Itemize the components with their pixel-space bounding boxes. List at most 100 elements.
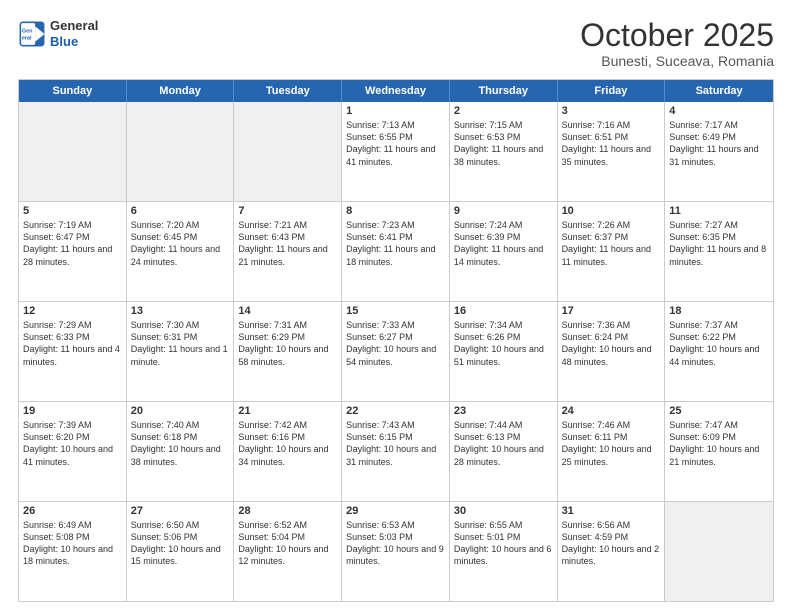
day-number: 19 <box>23 405 122 417</box>
day-number: 9 <box>454 205 553 217</box>
calendar-cell <box>665 502 773 601</box>
cell-content: Sunrise: 7:20 AM Sunset: 6:45 PM Dayligh… <box>131 219 230 268</box>
month-title: October 2025 <box>580 18 774 53</box>
cell-content: Sunrise: 7:13 AM Sunset: 6:55 PM Dayligh… <box>346 119 445 168</box>
calendar-cell: 10Sunrise: 7:26 AM Sunset: 6:37 PM Dayli… <box>558 202 666 301</box>
cell-content: Sunrise: 7:36 AM Sunset: 6:24 PM Dayligh… <box>562 319 661 368</box>
cell-content: Sunrise: 7:29 AM Sunset: 6:33 PM Dayligh… <box>23 319 122 368</box>
cell-content: Sunrise: 7:46 AM Sunset: 6:11 PM Dayligh… <box>562 419 661 468</box>
calendar-cell: 9 Sunrise: 7:24 AM Sunset: 6:39 PM Daylig… <box>450 202 558 301</box>
day-number: 3 <box>562 105 661 117</box>
calendar-cell <box>234 102 342 201</box>
calendar-row-3: 19 Sunrise: 7:39 AM Sunset: 6:20 PM Dayli… <box>19 401 773 501</box>
calendar-cell: 7 Sunrise: 7:21 AM Sunset: 6:43 PM Daylig… <box>234 202 342 301</box>
svg-text:Gen: Gen <box>22 28 33 34</box>
day-number: 25 <box>669 405 769 417</box>
cell-content: Sunrise: 6:49 AM Sunset: 5:08 PM Dayligh… <box>23 519 122 568</box>
day-number: 4 <box>669 105 769 117</box>
day-number: 21 <box>238 405 337 417</box>
cell-content: Sunrise: 6:50 AM Sunset: 5:06 PM Dayligh… <box>131 519 230 568</box>
day-number: 28 <box>238 505 337 517</box>
page: Gen eral General Blue October 2025 Bunes… <box>0 0 792 612</box>
header-day-monday: Monday <box>127 80 235 102</box>
day-number: 31 <box>562 505 661 517</box>
cell-content: Sunrise: 7:39 AM Sunset: 6:20 PM Dayligh… <box>23 419 122 468</box>
cell-content: Sunrise: 7:44 AM Sunset: 6:13 PM Dayligh… <box>454 419 553 468</box>
calendar-cell: 12 Sunrise: 7:29 AM Sunset: 6:33 PM Dayli… <box>19 302 127 401</box>
logo-line2: Blue <box>50 34 78 49</box>
cell-content: Sunrise: 7:33 AM Sunset: 6:27 PM Dayligh… <box>346 319 445 368</box>
logo-icon: Gen eral <box>18 20 46 48</box>
day-number: 18 <box>669 305 769 317</box>
day-number: 26 <box>23 505 122 517</box>
calendar-cell: 14Sunrise: 7:31 AM Sunset: 6:29 PM Dayli… <box>234 302 342 401</box>
calendar-cell: 3 Sunrise: 7:16 AM Sunset: 6:51 PM Daylig… <box>558 102 666 201</box>
day-number: 30 <box>454 505 553 517</box>
logo: Gen eral General Blue <box>18 18 98 49</box>
calendar-cell: 25 Sunrise: 7:47 AM Sunset: 6:09 PM Dayli… <box>665 402 773 501</box>
cell-content: Sunrise: 7:17 AM Sunset: 6:49 PM Dayligh… <box>669 119 769 168</box>
logo-text: General Blue <box>50 18 98 49</box>
cell-content: Sunrise: 7:47 AM Sunset: 6:09 PM Dayligh… <box>669 419 769 468</box>
calendar-cell: 24 Sunrise: 7:46 AM Sunset: 6:11 PM Dayli… <box>558 402 666 501</box>
calendar-cell: 17Sunrise: 7:36 AM Sunset: 6:24 PM Dayli… <box>558 302 666 401</box>
day-number: 6 <box>131 205 230 217</box>
calendar-cell: 8 Sunrise: 7:23 AM Sunset: 6:41 PM Daylig… <box>342 202 450 301</box>
cell-content: Sunrise: 6:52 AM Sunset: 5:04 PM Dayligh… <box>238 519 337 568</box>
calendar-cell: 20 Sunrise: 7:40 AM Sunset: 6:18 PM Dayli… <box>127 402 235 501</box>
cell-content: Sunrise: 7:42 AM Sunset: 6:16 PM Dayligh… <box>238 419 337 468</box>
title-block: October 2025 Bunesti, Suceava, Romania <box>580 18 774 69</box>
calendar-cell: 6 Sunrise: 7:20 AM Sunset: 6:45 PM Daylig… <box>127 202 235 301</box>
logo-line1: General <box>50 18 98 33</box>
calendar: SundayMondayTuesdayWednesdayThursdayFrid… <box>18 79 774 602</box>
cell-content: Sunrise: 7:15 AM Sunset: 6:53 PM Dayligh… <box>454 119 553 168</box>
day-number: 7 <box>238 205 337 217</box>
day-number: 16 <box>454 305 553 317</box>
day-number: 15 <box>346 305 445 317</box>
calendar-row-4: 26 Sunrise: 6:49 AM Sunset: 5:08 PM Dayli… <box>19 501 773 601</box>
cell-content: Sunrise: 7:31 AM Sunset: 6:29 PM Dayligh… <box>238 319 337 368</box>
cell-content: Sunrise: 7:16 AM Sunset: 6:51 PM Dayligh… <box>562 119 661 168</box>
calendar-cell: 5Sunrise: 7:19 AM Sunset: 6:47 PM Daylig… <box>19 202 127 301</box>
cell-content: Sunrise: 7:23 AM Sunset: 6:41 PM Dayligh… <box>346 219 445 268</box>
calendar-body: 1 Sunrise: 7:13 AM Sunset: 6:55 PM Daylig… <box>19 102 773 601</box>
cell-content: Sunrise: 7:34 AM Sunset: 6:26 PM Dayligh… <box>454 319 553 368</box>
calendar-header: SundayMondayTuesdayWednesdayThursdayFrid… <box>19 80 773 102</box>
calendar-cell <box>19 102 127 201</box>
day-number: 27 <box>131 505 230 517</box>
day-number: 8 <box>346 205 445 217</box>
calendar-cell: 26 Sunrise: 6:49 AM Sunset: 5:08 PM Dayli… <box>19 502 127 601</box>
cell-content: Sunrise: 7:40 AM Sunset: 6:18 PM Dayligh… <box>131 419 230 468</box>
calendar-cell: 29Sunrise: 6:53 AM Sunset: 5:03 PM Dayli… <box>342 502 450 601</box>
cell-content: Sunrise: 7:21 AM Sunset: 6:43 PM Dayligh… <box>238 219 337 268</box>
calendar-cell: 4 Sunrise: 7:17 AM Sunset: 6:49 PM Daylig… <box>665 102 773 201</box>
day-number: 1 <box>346 105 445 117</box>
calendar-cell: 19 Sunrise: 7:39 AM Sunset: 6:20 PM Dayli… <box>19 402 127 501</box>
cell-content: Sunrise: 7:19 AM Sunset: 6:47 PM Dayligh… <box>23 219 122 268</box>
calendar-cell: 13Sunrise: 7:30 AM Sunset: 6:31 PM Dayli… <box>127 302 235 401</box>
calendar-cell <box>127 102 235 201</box>
day-number: 12 <box>23 305 122 317</box>
cell-content: Sunrise: 7:24 AM Sunset: 6:39 PM Dayligh… <box>454 219 553 268</box>
day-number: 11 <box>669 205 769 217</box>
day-number: 24 <box>562 405 661 417</box>
calendar-cell: 15 Sunrise: 7:33 AM Sunset: 6:27 PM Dayli… <box>342 302 450 401</box>
calendar-cell: 18Sunrise: 7:37 AM Sunset: 6:22 PM Dayli… <box>665 302 773 401</box>
day-number: 29 <box>346 505 445 517</box>
calendar-cell: 1 Sunrise: 7:13 AM Sunset: 6:55 PM Daylig… <box>342 102 450 201</box>
calendar-cell: 2Sunrise: 7:15 AM Sunset: 6:53 PM Daylig… <box>450 102 558 201</box>
calendar-row-2: 12 Sunrise: 7:29 AM Sunset: 6:33 PM Dayli… <box>19 301 773 401</box>
header: Gen eral General Blue October 2025 Bunes… <box>18 18 774 69</box>
calendar-cell: 28 Sunrise: 6:52 AM Sunset: 5:04 PM Dayli… <box>234 502 342 601</box>
svg-text:eral: eral <box>22 35 32 41</box>
cell-content: Sunrise: 7:43 AM Sunset: 6:15 PM Dayligh… <box>346 419 445 468</box>
calendar-cell: 23Sunrise: 7:44 AM Sunset: 6:13 PM Dayli… <box>450 402 558 501</box>
day-number: 20 <box>131 405 230 417</box>
header-day-friday: Friday <box>558 80 666 102</box>
calendar-cell: 21 Sunrise: 7:42 AM Sunset: 6:16 PM Dayli… <box>234 402 342 501</box>
location-subtitle: Bunesti, Suceava, Romania <box>580 53 774 69</box>
cell-content: Sunrise: 6:56 AM Sunset: 4:59 PM Dayligh… <box>562 519 661 568</box>
calendar-row-1: 5Sunrise: 7:19 AM Sunset: 6:47 PM Daylig… <box>19 201 773 301</box>
header-day-tuesday: Tuesday <box>234 80 342 102</box>
calendar-cell: 16 Sunrise: 7:34 AM Sunset: 6:26 PM Dayli… <box>450 302 558 401</box>
